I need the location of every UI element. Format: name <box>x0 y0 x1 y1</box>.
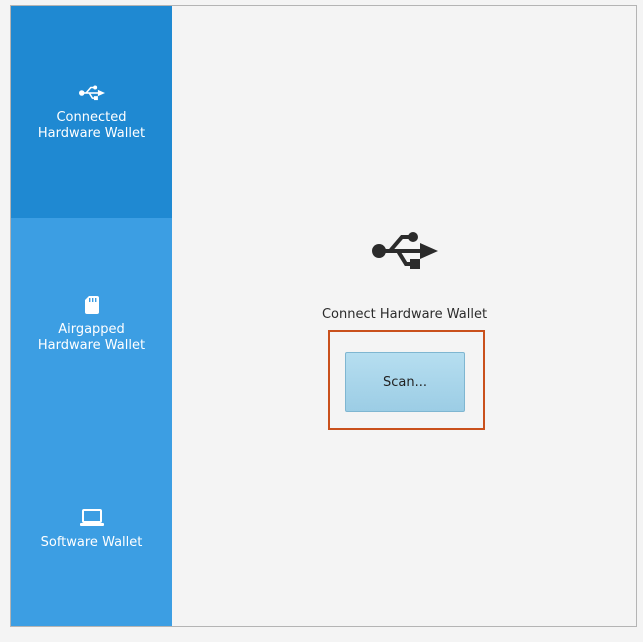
sd-card-icon <box>78 294 106 316</box>
sidebar-item-label: Airgapped Hardware Wallet <box>37 322 146 353</box>
page-title: Connect Hardware Wallet <box>321 307 488 322</box>
sidebar-item-connected-hardware-wallet[interactable]: Connected Hardware Wallet <box>11 6 172 218</box>
wallet-dialog: Connected Hardware Wallet Airgapped Hard… <box>10 5 637 627</box>
main-panel: Connect Hardware Wallet Scan... <box>172 6 636 626</box>
laptop-icon <box>78 507 106 529</box>
sidebar: Connected Hardware Wallet Airgapped Hard… <box>11 6 172 626</box>
usb-icon <box>78 82 106 104</box>
sidebar-item-label: Connected Hardware Wallet <box>37 110 146 141</box>
usb-icon <box>372 232 438 269</box>
scan-button[interactable]: Scan... <box>345 352 465 412</box>
sidebar-item-software-wallet[interactable]: Software Wallet <box>11 430 172 628</box>
sidebar-item-label: Software Wallet <box>40 535 143 550</box>
sidebar-item-airgapped-hardware-wallet[interactable]: Airgapped Hardware Wallet <box>11 218 172 430</box>
